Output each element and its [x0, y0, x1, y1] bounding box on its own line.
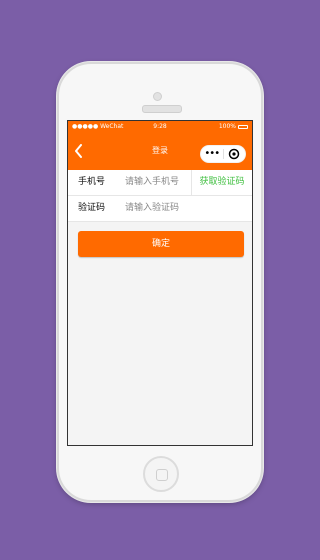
camera-icon — [153, 92, 162, 101]
target-icon — [229, 148, 240, 160]
speaker-icon — [142, 105, 182, 113]
close-mini-program-button[interactable] — [224, 148, 246, 160]
phone-label: 手机号 — [78, 177, 106, 187]
code-input[interactable]: 请输入验证码 — [125, 196, 179, 221]
battery-area: 100% — [219, 121, 248, 132]
home-button[interactable] — [143, 456, 179, 492]
confirm-button[interactable]: 确定 — [78, 231, 244, 257]
home-square-icon — [156, 469, 168, 481]
code-label: 验证码 — [78, 203, 106, 213]
battery-label: 100% — [218, 123, 236, 130]
nav-bar: 登录 ••• — [68, 132, 252, 170]
get-code-button[interactable]: 获取验证码 — [191, 170, 252, 195]
battery-icon — [238, 124, 248, 129]
capsule-menu[interactable]: ••• — [200, 145, 246, 163]
status-bar: ●●●●● WeChat 9:28 100% — [68, 121, 252, 132]
more-icon[interactable]: ••• — [201, 145, 223, 163]
phone-row: 手机号 请输入手机号 获取验证码 — [68, 170, 252, 196]
login-form: 手机号 请输入手机号 获取验证码 验证码 请输入验证码 — [68, 170, 252, 222]
app-screen: ●●●●● WeChat 9:28 100% 登录 ••• 手机号 请输入手机号… — [67, 120, 253, 446]
phone-input[interactable]: 请输入手机号 — [125, 170, 179, 195]
code-row: 验证码 请输入验证码 — [68, 196, 252, 222]
